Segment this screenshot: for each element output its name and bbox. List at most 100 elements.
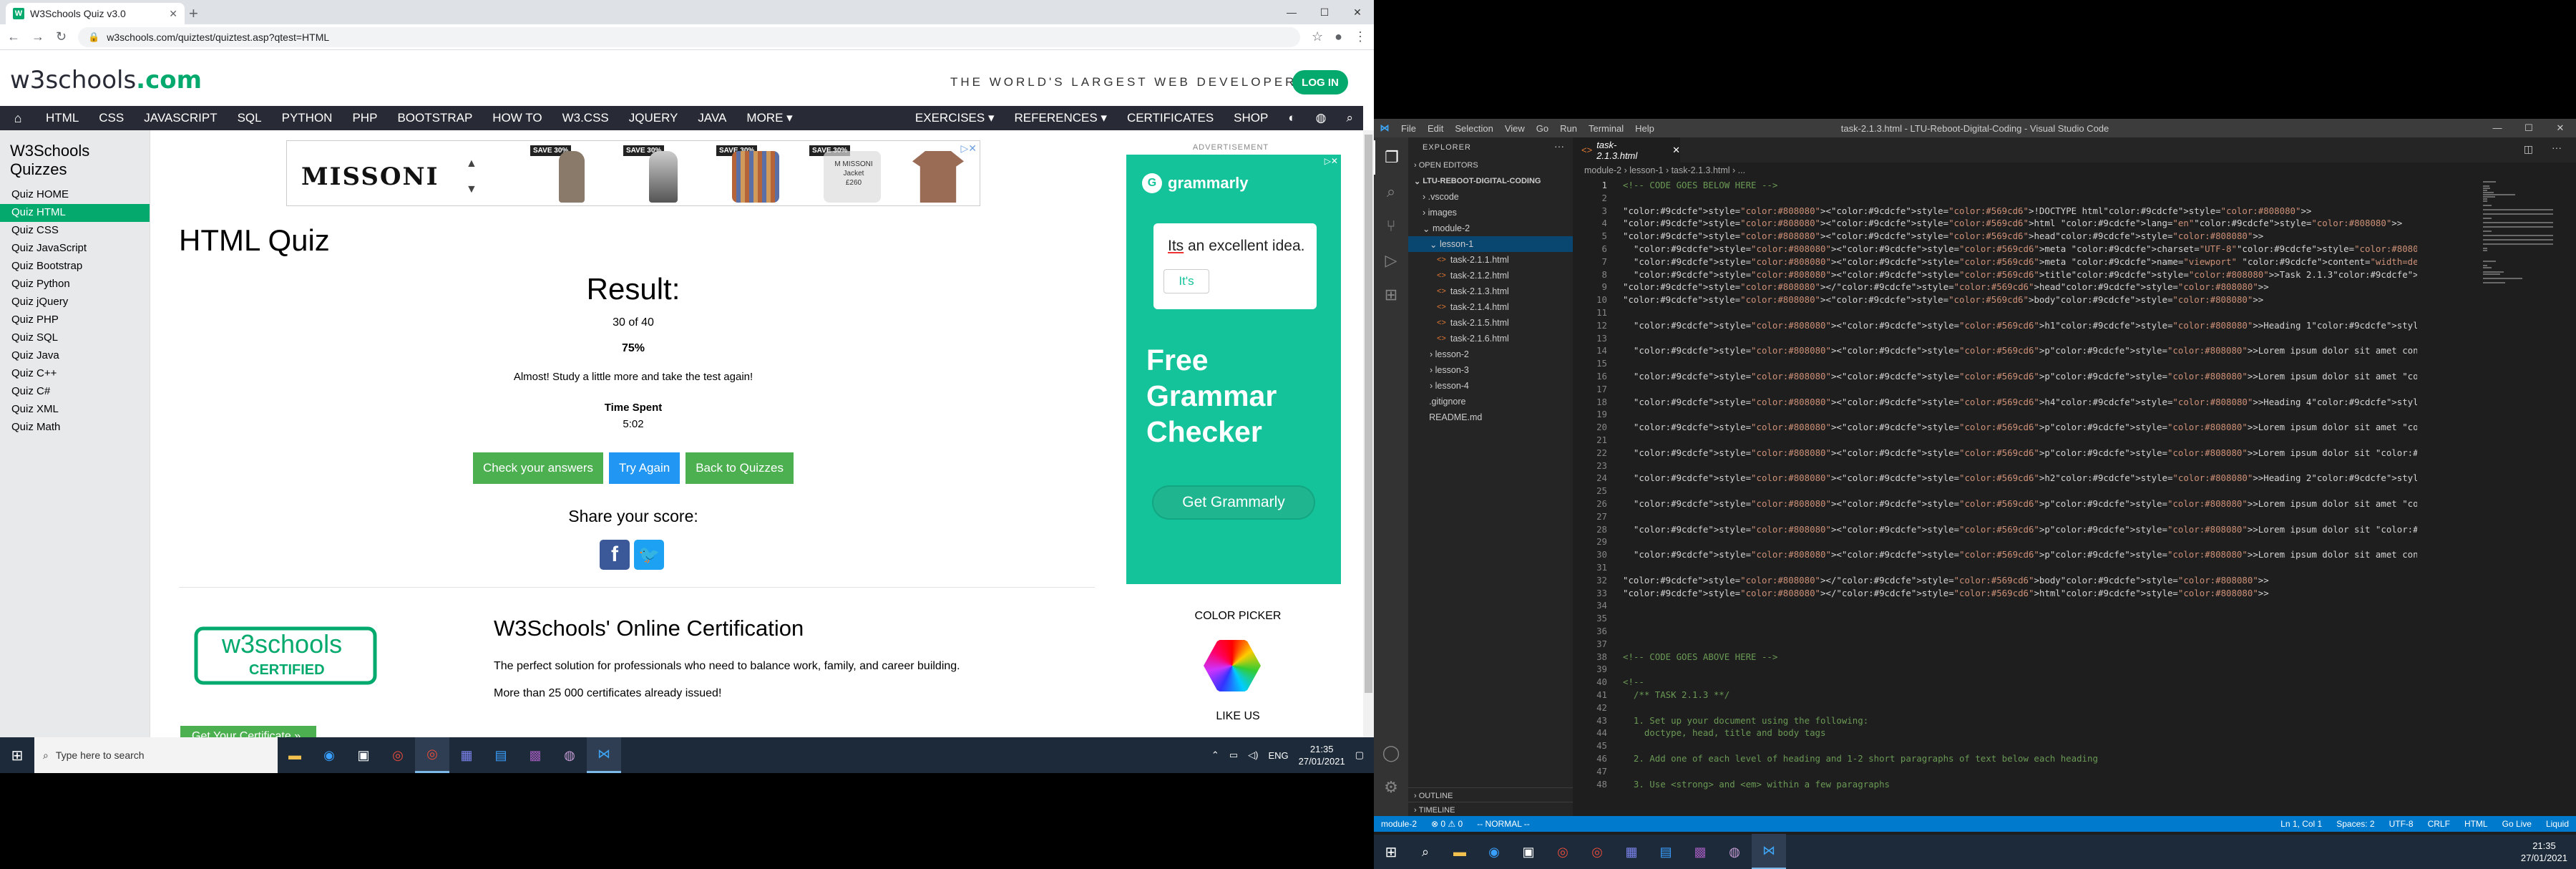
app-icon[interactable]: ◍ xyxy=(552,737,587,773)
menu-item[interactable]: Edit xyxy=(1422,123,1449,134)
account-icon[interactable]: ◯ xyxy=(1374,736,1408,770)
twitter-icon[interactable]: 🐦 xyxy=(634,540,664,570)
folder-item[interactable]: › images xyxy=(1408,205,1573,220)
more-actions-icon[interactable]: ··· xyxy=(2552,142,2562,153)
grammarly-ad[interactable]: ▷✕ Ggrammarly Its an excellent idea. It'… xyxy=(1126,155,1341,584)
vscode-icon[interactable]: ⋈ xyxy=(587,737,621,773)
login-button[interactable]: LOG IN xyxy=(1292,70,1348,94)
menu-item[interactable]: File xyxy=(1395,123,1422,134)
facebook-icon[interactable]: f xyxy=(600,540,630,570)
dark-mode-icon[interactable]: ◐ xyxy=(1278,111,1305,125)
sidebar-item[interactable]: Quiz Python xyxy=(0,276,150,293)
file-item[interactable]: <> task-2.1.1.html xyxy=(1408,252,1573,268)
run-debug-icon[interactable]: ▷ xyxy=(1374,243,1408,278)
home-icon[interactable]: ⌂ xyxy=(0,111,36,126)
file-item[interactable]: .gitignore xyxy=(1408,394,1573,409)
app-icon[interactable]: ▩ xyxy=(1683,834,1717,869)
menu-item[interactable]: Go xyxy=(1531,123,1554,134)
check-answers-button[interactable]: Check your answers xyxy=(472,452,603,484)
explorer-icon[interactable]: ❐ xyxy=(1374,140,1408,175)
teams-icon[interactable]: ▦ xyxy=(449,737,484,773)
editor-tab-active[interactable]: <> task-2.1.3.html ✕ xyxy=(1573,137,1680,162)
search-icon[interactable]: ⌕ xyxy=(1408,834,1443,869)
sidebar-item[interactable]: Quiz Java xyxy=(0,347,150,365)
scrollbar-thumb[interactable] xyxy=(1365,135,1372,693)
file-item[interactable]: <> task-2.1.3.html xyxy=(1408,283,1573,299)
tray-arrow-icon[interactable]: ⌃ xyxy=(1211,749,1219,761)
browser-tab[interactable]: W W3Schools Quiz v3.0 ✕ xyxy=(6,3,185,24)
maximize-icon[interactable]: ☐ xyxy=(1308,0,1341,24)
chrome-icon[interactable]: ◎ xyxy=(1546,834,1580,869)
ad-carousel-arrows[interactable]: ▲ ▼ xyxy=(466,151,477,203)
app-icon[interactable]: ▩ xyxy=(518,737,552,773)
sidebar-item[interactable]: Quiz C# xyxy=(0,383,150,401)
new-tab-button[interactable]: + xyxy=(189,4,198,23)
file-item[interactable]: <> task-2.1.6.html xyxy=(1408,331,1573,346)
store-icon[interactable]: ▣ xyxy=(346,737,381,773)
extensions-icon[interactable]: ⊞ xyxy=(1374,278,1408,312)
menu-item[interactable]: View xyxy=(1499,123,1531,134)
ad-product[interactable]: SAVE 30% xyxy=(623,145,708,203)
app-icon[interactable]: ◍ xyxy=(1717,834,1752,869)
forward-icon[interactable]: → xyxy=(31,29,44,44)
more-actions-icon[interactable]: ··· xyxy=(1554,140,1564,152)
nav-item[interactable]: HOW TO xyxy=(482,111,552,125)
app-icon[interactable]: ▤ xyxy=(1649,834,1683,869)
file-item[interactable]: <> task-2.1.5.html xyxy=(1408,315,1573,331)
status-item[interactable]: CRLF xyxy=(2428,819,2450,829)
settings-gear-icon[interactable]: ⚙ xyxy=(1374,770,1408,805)
banner-ad[interactable]: MISSONI ▲▼ SAVE 30% SAVE 30% SAVE 30% SA… xyxy=(286,140,980,206)
status-item[interactable]: UTF-8 xyxy=(2389,819,2414,829)
nav-item[interactable]: JQUERY xyxy=(619,111,688,125)
edge-icon[interactable]: ◉ xyxy=(1477,834,1511,869)
folder-item[interactable]: › .vscode xyxy=(1408,189,1573,205)
source-control-icon[interactable]: ⑂ xyxy=(1374,209,1408,243)
w3schools-logo[interactable]: w3schools.com xyxy=(10,66,202,94)
file-explorer-icon[interactable]: ▬ xyxy=(1443,834,1477,869)
nav-right-item[interactable]: CERTIFICATES xyxy=(1117,111,1224,125)
nav-item[interactable]: PHP xyxy=(342,111,387,125)
folder-item[interactable]: › lesson-2 xyxy=(1408,346,1573,362)
close-window-icon[interactable]: ✕ xyxy=(1341,0,1374,24)
nav-item[interactable]: SQL xyxy=(228,111,272,125)
color-picker-wheel-icon[interactable] xyxy=(1204,640,1261,691)
ad-product[interactable]: SAVE 30% xyxy=(716,145,801,203)
app-icon[interactable]: ▤ xyxy=(484,737,518,773)
chrome-icon[interactable]: ◎ xyxy=(1580,834,1614,869)
ad-product[interactable]: SAVE 30% M MISSONI Jacket£260 xyxy=(809,145,894,203)
menu-item[interactable]: Run xyxy=(1554,123,1583,134)
clock[interactable]: 21:35 27/01/2021 xyxy=(1299,743,1345,767)
close-tab-icon[interactable]: ✕ xyxy=(169,8,177,20)
notification-icon[interactable]: ▢ xyxy=(1355,749,1364,761)
timeline-section[interactable]: › TIMELINE xyxy=(1408,802,1573,817)
sidebar-item[interactable]: Quiz XML xyxy=(0,401,150,419)
volume-icon[interactable]: ◁) xyxy=(1248,749,1258,761)
close-window-icon[interactable]: ✕ xyxy=(2545,122,2576,134)
outline-section[interactable]: › OUTLINE xyxy=(1408,787,1573,803)
close-tab-icon[interactable]: ✕ xyxy=(1672,145,1680,156)
nav-right-item[interactable]: SHOP xyxy=(1224,111,1278,125)
nav-item[interactable]: CSS xyxy=(89,111,134,125)
vscode-icon[interactable]: ⋈ xyxy=(1752,834,1786,869)
project-folder[interactable]: ⌄ LTU-REBOOT-DIGITAL-CODING xyxy=(1408,173,1573,189)
search-icon[interactable]: ⌕ xyxy=(1374,175,1408,209)
reload-icon[interactable]: ↻ xyxy=(56,29,67,44)
get-grammarly-button[interactable]: Get Grammarly xyxy=(1152,485,1315,520)
windows-start-icon[interactable]: ⊞ xyxy=(0,737,34,773)
clock[interactable]: 21:35 27/01/2021 xyxy=(2521,840,2576,864)
nav-item[interactable]: JAVA xyxy=(688,111,736,125)
folder-item[interactable]: › lesson-4 xyxy=(1408,378,1573,394)
windows-start-icon[interactable]: ⊞ xyxy=(1374,834,1408,869)
file-explorer-icon[interactable]: ▬ xyxy=(278,737,312,773)
status-item[interactable]: Go Live xyxy=(2502,819,2532,829)
sidebar-item[interactable]: Quiz HTML xyxy=(0,204,150,222)
ad-close-icon[interactable]: ▷✕ xyxy=(961,142,977,155)
back-to-quizzes-button[interactable]: Back to Quizzes xyxy=(686,452,794,484)
folder-item[interactable]: ⌄ module-2 xyxy=(1408,220,1573,236)
ad-close-icon[interactable]: ▷✕ xyxy=(1324,156,1338,166)
status-item[interactable]: Spaces: 2 xyxy=(2336,819,2374,829)
globe-icon[interactable]: ◍ xyxy=(1306,111,1337,125)
folder-item[interactable]: ⌄ lesson-1 xyxy=(1408,236,1573,252)
status-item[interactable]: module-2 xyxy=(1381,819,1417,829)
sidebar-item[interactable]: Quiz SQL xyxy=(0,329,150,347)
